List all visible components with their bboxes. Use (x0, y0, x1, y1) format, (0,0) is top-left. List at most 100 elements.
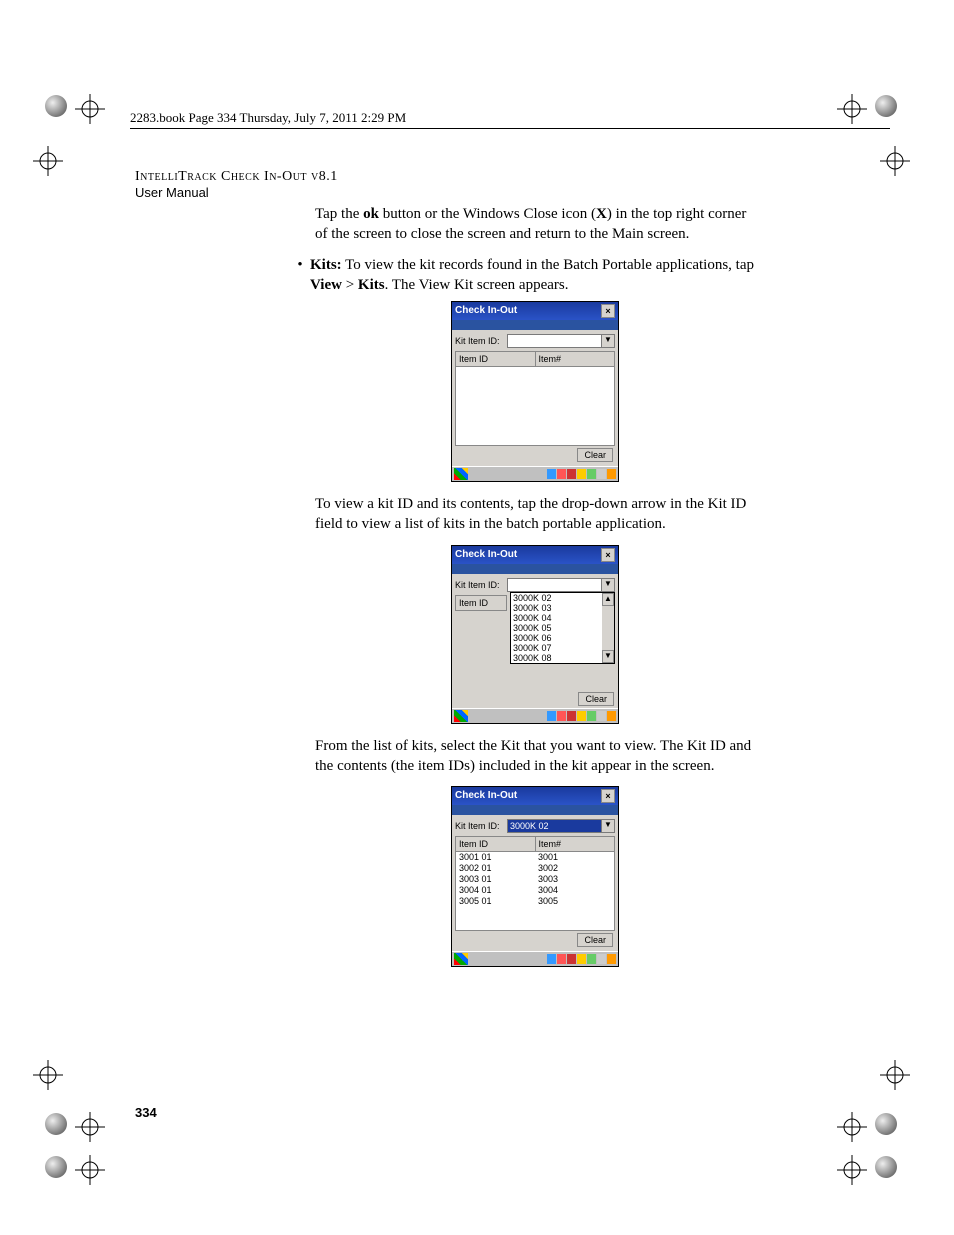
cell-item-no: 3001 (535, 852, 614, 863)
figure-view-kit-contents: Check In-Out × Kit Item ID: 3000K 02 ▼ I… (451, 786, 619, 967)
page-number: 334 (135, 1105, 157, 1120)
kit-item-id-input[interactable] (507, 578, 602, 592)
clear-button[interactable]: Clear (577, 448, 613, 462)
tray-icon[interactable] (597, 469, 606, 479)
start-icon[interactable] (454, 468, 468, 480)
col-item-no[interactable]: Item# (536, 352, 615, 366)
dropdown-option[interactable]: 3000K 03 (511, 603, 602, 613)
column-headers: Item ID (455, 595, 507, 611)
dropdown-option[interactable]: 3000K 08 (511, 653, 602, 663)
dropdown-option[interactable]: 3000K 02 (511, 593, 602, 603)
cell-item-no: 3004 (535, 885, 614, 896)
tray-icon[interactable] (607, 954, 616, 964)
grid-body: 3001 0130013002 0130023003 0130033004 01… (455, 852, 615, 931)
menubar-placeholder (452, 320, 618, 330)
reg-cross-icon (33, 146, 63, 176)
dropdown-option[interactable]: 3000K 04 (511, 613, 602, 623)
taskbar (452, 951, 618, 966)
col-item-id[interactable]: Item ID (456, 352, 536, 366)
text: Tap the (315, 206, 363, 222)
chevron-down-icon[interactable]: ▼ (602, 650, 614, 663)
col-item-no[interactable]: Item# (536, 837, 615, 851)
chevron-down-icon[interactable]: ▼ (601, 334, 615, 348)
dropdown-option[interactable]: 3000K 07 (511, 643, 602, 653)
tray-icon[interactable] (577, 711, 586, 721)
kit-item-id-input[interactable] (507, 334, 602, 348)
close-icon[interactable]: × (601, 548, 615, 562)
cell-item-id: 3002 01 (456, 863, 535, 874)
tray-icon[interactable] (587, 954, 596, 964)
chevron-down-icon[interactable]: ▼ (601, 578, 615, 592)
window-title: Check In-Out (455, 548, 517, 562)
view-ref: View (310, 277, 342, 293)
kit-item-id-label: Kit Item ID: (455, 335, 507, 347)
reg-cross-icon (75, 1155, 105, 1185)
tray-icon[interactable] (597, 711, 606, 721)
tray-icon[interactable] (607, 469, 616, 479)
reg-cross-icon (880, 146, 910, 176)
kit-dropdown-list[interactable]: 3000K 023000K 033000K 043000K 053000K 06… (510, 592, 615, 664)
table-row[interactable]: 3005 013005 (456, 896, 614, 907)
figure-view-kit-empty: Check In-Out × Kit Item ID: ▼ Item ID It… (451, 301, 619, 482)
scrollbar[interactable]: ▲ ▼ (602, 593, 614, 663)
tray-icon[interactable] (547, 469, 556, 479)
crop-header: 2283.book Page 334 Thursday, July 7, 201… (130, 110, 890, 129)
tray-icon[interactable] (587, 711, 596, 721)
table-row[interactable]: 3001 013001 (456, 852, 614, 863)
tray-icon[interactable] (557, 469, 566, 479)
cell-item-no: 3005 (535, 896, 614, 907)
figure-2-wrap: Check In-Out × Kit Item ID: ▼ Item ID 30… (315, 545, 755, 724)
tray-icon[interactable] (547, 711, 556, 721)
column-headers: Item ID Item# (455, 351, 615, 367)
cell-item-id: 3004 01 (456, 885, 535, 896)
chevron-up-icon[interactable]: ▲ (602, 593, 614, 606)
cell-item-no: 3003 (535, 874, 614, 885)
col-item-id[interactable]: Item ID (456, 596, 506, 610)
system-tray (547, 711, 616, 721)
tray-icon[interactable] (557, 711, 566, 721)
table-row[interactable]: 3002 013002 (456, 863, 614, 874)
system-tray (547, 954, 616, 964)
figure-view-kit-dropdown: Check In-Out × Kit Item ID: ▼ Item ID 30… (451, 545, 619, 724)
close-icon[interactable]: × (601, 789, 615, 803)
tray-icon[interactable] (567, 954, 576, 964)
text: > (342, 277, 358, 293)
tray-icon[interactable] (587, 469, 596, 479)
kit-item-id-label: Kit Item ID: (455, 579, 507, 591)
kits-ref: Kits (358, 277, 385, 293)
reg-cross-icon (837, 1112, 867, 1142)
text: To view the kit records found in the Bat… (342, 257, 754, 273)
window-titlebar: Check In-Out × (452, 302, 618, 320)
kit-item-id-input[interactable]: 3000K 02 (507, 819, 602, 833)
table-row[interactable]: 3003 013003 (456, 874, 614, 885)
tray-icon[interactable] (577, 469, 586, 479)
start-icon[interactable] (454, 710, 468, 722)
start-icon[interactable] (454, 953, 468, 965)
cell-item-no: 3002 (535, 863, 614, 874)
reg-cross-icon (880, 1060, 910, 1090)
tray-icon[interactable] (607, 711, 616, 721)
bullet-kits: • Kits: To view the kit records found in… (290, 255, 760, 296)
doc-subtitle: User Manual (135, 185, 815, 200)
tray-icon[interactable] (567, 469, 576, 479)
figure-1-wrap: Check In-Out × Kit Item ID: ▼ Item ID It… (315, 301, 755, 482)
tray-icon[interactable] (597, 954, 606, 964)
column-headers: Item ID Item# (455, 836, 615, 852)
tray-icon[interactable] (567, 711, 576, 721)
table-row[interactable]: 3004 013004 (456, 885, 614, 896)
cell-item-id: 3001 01 (456, 852, 535, 863)
dropdown-option[interactable]: 3000K 06 (511, 633, 602, 643)
window-title: Check In-Out (455, 304, 517, 318)
clear-button[interactable]: Clear (578, 692, 614, 706)
text: . The View Kit screen appears. (385, 277, 569, 293)
close-icon[interactable]: × (601, 304, 615, 318)
bullet-icon: • (290, 255, 310, 275)
tray-icon[interactable] (557, 954, 566, 964)
reg-cross-icon (75, 94, 105, 124)
clear-button[interactable]: Clear (577, 933, 613, 947)
col-item-id[interactable]: Item ID (456, 837, 536, 851)
tray-icon[interactable] (547, 954, 556, 964)
tray-icon[interactable] (577, 954, 586, 964)
chevron-down-icon[interactable]: ▼ (601, 819, 615, 833)
dropdown-option[interactable]: 3000K 05 (511, 623, 602, 633)
